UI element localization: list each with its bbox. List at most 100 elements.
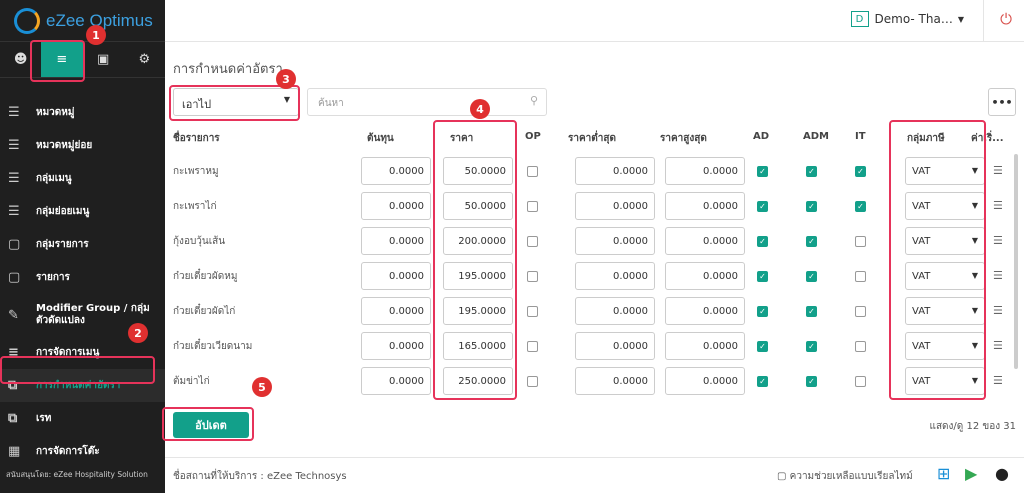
ad-checkbox[interactable]: ✓ <box>757 166 768 177</box>
ad-checkbox[interactable]: ✓ <box>757 236 768 247</box>
play-store-icon[interactable]: ▶ <box>965 464 977 483</box>
op-checkbox[interactable] <box>527 376 538 387</box>
adm-checkbox[interactable]: ✓ <box>806 271 817 282</box>
row-menu-icon[interactable]: ☰ <box>993 339 1003 352</box>
logo[interactable]: eZee Optimus <box>0 0 165 42</box>
row-menu-icon[interactable]: ☰ <box>993 234 1003 247</box>
user-icon[interactable]: ☻ <box>0 42 41 77</box>
ad-checkbox[interactable]: ✓ <box>757 341 768 352</box>
max-price-field[interactable]: 0.0000 <box>665 262 745 290</box>
sidebar-item-menu-groups[interactable]: ☰ กลุ่มเมนู <box>0 162 165 195</box>
adm-checkbox[interactable]: ✓ <box>806 236 817 247</box>
sidebar-item-menu-subgroups[interactable]: ☰ กลุ่มย่อยเมนู <box>0 195 165 228</box>
price-field[interactable]: 200.0000 <box>443 227 513 255</box>
cost-field[interactable]: 0.0000 <box>361 367 431 395</box>
adm-checkbox[interactable]: ✓ <box>806 166 817 177</box>
adm-checkbox[interactable]: ✓ <box>806 341 817 352</box>
cost-field[interactable]: 0.0000 <box>361 262 431 290</box>
cost-field[interactable]: 0.0000 <box>361 332 431 360</box>
apple-icon[interactable]: ● <box>995 464 1009 483</box>
max-price-field[interactable]: 0.0000 <box>665 297 745 325</box>
power-icon[interactable]: ⏻ <box>1000 10 1012 28</box>
row-menu-icon[interactable]: ☰ <box>993 269 1003 282</box>
it-checkbox[interactable]: ✓ <box>855 201 866 212</box>
windows-icon[interactable]: ⊞ <box>937 464 950 483</box>
menu-icon[interactable]: ≡ <box>41 42 83 77</box>
tax-group-select[interactable]: VAT ▼ <box>905 332 985 360</box>
it-checkbox[interactable] <box>855 376 866 387</box>
price-field[interactable]: 50.0000 <box>443 192 513 220</box>
min-price-field[interactable]: 0.0000 <box>575 157 655 185</box>
ad-checkbox[interactable]: ✓ <box>757 306 768 317</box>
min-price-field[interactable]: 0.0000 <box>575 367 655 395</box>
sidebar-item-rates[interactable]: ⧉ เรท <box>0 402 165 435</box>
cost-field[interactable]: 0.0000 <box>361 297 431 325</box>
it-checkbox[interactable] <box>855 341 866 352</box>
op-checkbox[interactable] <box>527 271 538 282</box>
it-checkbox[interactable] <box>855 306 866 317</box>
adm-checkbox[interactable]: ✓ <box>806 306 817 317</box>
column-header-ad: AD <box>753 131 770 142</box>
tax-group-select[interactable]: VAT ▼ <box>905 157 985 185</box>
price-field[interactable]: 50.0000 <box>443 157 513 185</box>
op-checkbox[interactable] <box>527 306 538 317</box>
tax-group-select[interactable]: VAT ▼ <box>905 192 985 220</box>
gear-icon[interactable]: ⚙ <box>124 42 165 77</box>
row-menu-icon[interactable]: ☰ <box>993 164 1003 177</box>
op-checkbox[interactable] <box>527 201 538 212</box>
min-price-field[interactable]: 0.0000 <box>575 297 655 325</box>
update-button[interactable]: อัปเดต <box>173 412 249 438</box>
price-field[interactable]: 195.0000 <box>443 262 513 290</box>
price-field[interactable]: 250.0000 <box>443 367 513 395</box>
row-menu-icon[interactable]: ☰ <box>993 304 1003 317</box>
row-menu-icon[interactable]: ☰ <box>993 374 1003 387</box>
adm-checkbox[interactable]: ✓ <box>806 201 817 212</box>
min-price-field[interactable]: 0.0000 <box>575 227 655 255</box>
row-menu-icon[interactable]: ☰ <box>993 199 1003 212</box>
sidebar-item-categories[interactable]: ☰ หมวดหมู่ <box>0 96 165 129</box>
tax-group-select[interactable]: VAT ▼ <box>905 367 985 395</box>
ad-checkbox[interactable]: ✓ <box>757 376 768 387</box>
sidebar-item-subcategories[interactable]: ☰ หมวดหมู่ย่อย <box>0 129 165 162</box>
max-price-field[interactable]: 0.0000 <box>665 157 745 185</box>
op-checkbox[interactable] <box>527 341 538 352</box>
op-checkbox[interactable] <box>527 236 538 247</box>
ad-checkbox[interactable]: ✓ <box>757 271 768 282</box>
ad-checkbox[interactable]: ✓ <box>757 201 768 212</box>
column-header-cost: ต้นทุน <box>367 133 394 144</box>
min-price-field[interactable]: 0.0000 <box>575 262 655 290</box>
tax-group-select[interactable]: VAT ▼ <box>905 262 985 290</box>
it-checkbox[interactable]: ✓ <box>855 166 866 177</box>
max-price-field[interactable]: 0.0000 <box>665 192 745 220</box>
box-icon: ▢ <box>8 237 21 252</box>
more-options-button[interactable]: ••• <box>988 88 1016 116</box>
scrollbar[interactable] <box>1014 154 1018 369</box>
live-help-link[interactable]: ▢ ความช่วยเหลือแบบเรียลไทม์ <box>777 469 913 484</box>
it-checkbox[interactable] <box>855 271 866 282</box>
chat-icon: ▢ <box>777 471 787 482</box>
column-header-op: OP <box>525 131 541 142</box>
property-selector[interactable]: D Demo- Tha… ▼ <box>850 11 964 27</box>
it-checkbox[interactable] <box>855 236 866 247</box>
sidebar-item-table-management[interactable]: ▦ การจัดการโต๊ะ <box>0 435 165 468</box>
max-price-field[interactable]: 0.0000 <box>665 332 745 360</box>
max-price-field[interactable]: 0.0000 <box>665 367 745 395</box>
cart-icon[interactable]: ▣ <box>83 42 124 77</box>
price-field[interactable]: 165.0000 <box>443 332 513 360</box>
cost-field[interactable]: 0.0000 <box>361 227 431 255</box>
cost-field[interactable]: 0.0000 <box>361 192 431 220</box>
tax-group-select[interactable]: VAT ▼ <box>905 227 985 255</box>
price-field[interactable]: 195.0000 <box>443 297 513 325</box>
op-checkbox[interactable] <box>527 166 538 177</box>
cost-field[interactable]: 0.0000 <box>361 157 431 185</box>
sidebar-item-items[interactable]: ▢ รายการ <box>0 261 165 294</box>
sidebar-item-item-groups[interactable]: ▢ กลุ่มรายการ <box>0 228 165 261</box>
min-price-field[interactable]: 0.0000 <box>575 192 655 220</box>
order-type-select[interactable]: เอาไป ▼ <box>173 88 299 116</box>
max-price-field[interactable]: 0.0000 <box>665 227 745 255</box>
min-price-field[interactable]: 0.0000 <box>575 332 655 360</box>
sidebar-item-rate-configuration[interactable]: ⧉ การกำหนดค่าอัตรา <box>0 369 165 402</box>
adm-checkbox[interactable]: ✓ <box>806 376 817 387</box>
tax-group-select[interactable]: VAT ▼ <box>905 297 985 325</box>
search-input[interactable]: ค้นหา ⚲ <box>307 88 547 116</box>
